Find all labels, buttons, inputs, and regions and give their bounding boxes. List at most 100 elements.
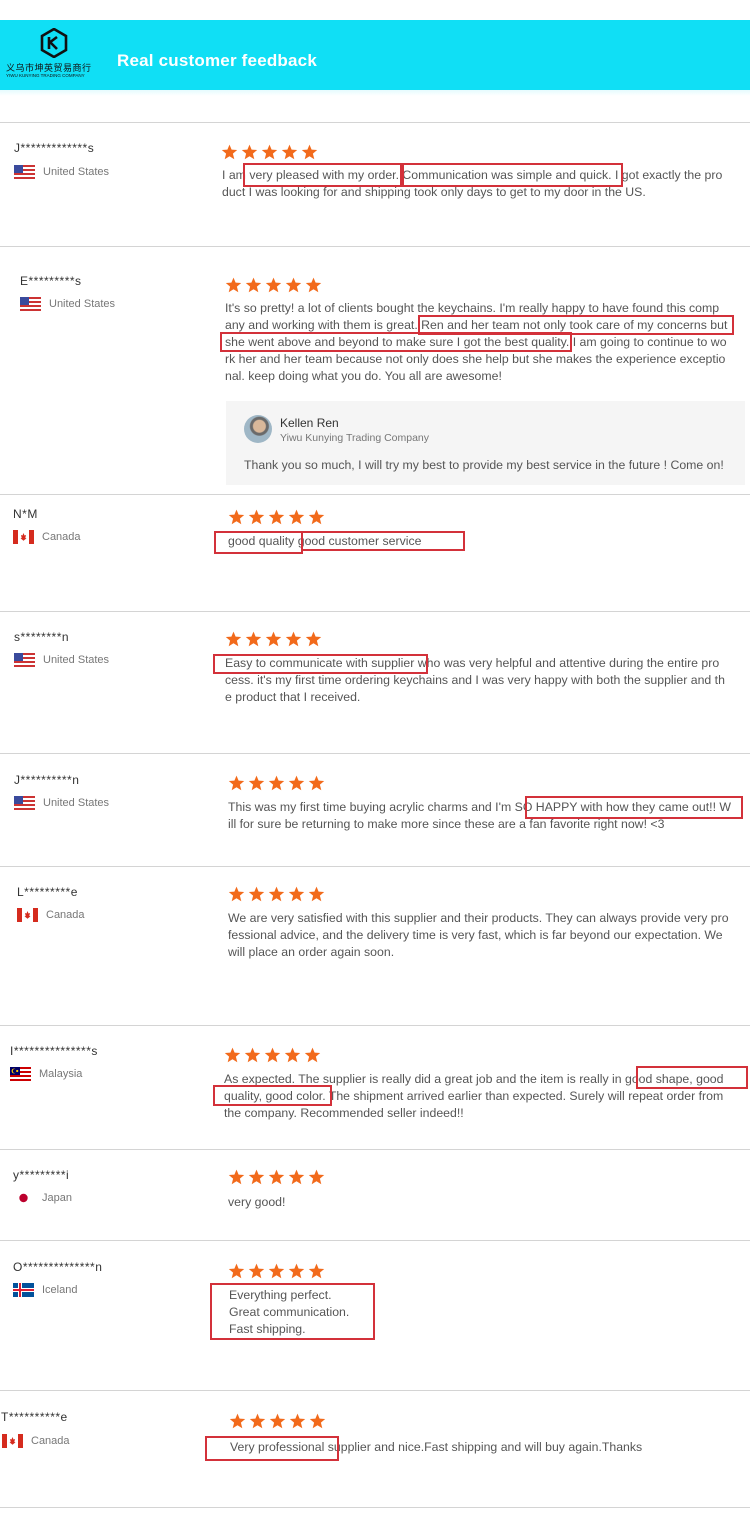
star-icon bbox=[229, 1413, 246, 1429]
reviewer-country: Iceland bbox=[13, 1283, 77, 1297]
country-label: Malaysia bbox=[39, 1068, 83, 1080]
reviewer-country: United States bbox=[20, 297, 115, 311]
reviewer-country: United States bbox=[14, 165, 109, 179]
star-icon bbox=[224, 1047, 241, 1063]
star-icon bbox=[284, 1047, 301, 1063]
star-icon bbox=[221, 144, 238, 160]
star-icon bbox=[268, 886, 285, 902]
star-rating bbox=[228, 1169, 325, 1185]
star-rating bbox=[228, 775, 325, 791]
bottom-divider bbox=[0, 1507, 750, 1508]
country-label: Canada bbox=[42, 531, 81, 543]
highlight-box bbox=[213, 1085, 332, 1106]
canada-flag-icon bbox=[2, 1434, 23, 1448]
us-flag-icon bbox=[14, 165, 35, 179]
reviewer-name: y*********i bbox=[13, 1168, 70, 1182]
star-icon bbox=[261, 144, 278, 160]
star-icon bbox=[288, 1263, 305, 1279]
star-icon bbox=[244, 1047, 261, 1063]
star-icon bbox=[308, 775, 325, 791]
star-rating bbox=[221, 144, 318, 160]
country-label: Canada bbox=[46, 909, 85, 921]
star-rating bbox=[228, 509, 325, 525]
star-icon bbox=[269, 1413, 286, 1429]
star-icon bbox=[305, 631, 322, 647]
review-item: E*********s United States It's so pretty… bbox=[0, 246, 750, 494]
star-icon bbox=[288, 886, 305, 902]
country-label: Iceland bbox=[42, 1284, 78, 1296]
star-icon bbox=[228, 1169, 245, 1185]
country-label: United States bbox=[43, 654, 110, 666]
reviewer-country: Canada bbox=[2, 1434, 70, 1448]
highlight-box bbox=[525, 796, 743, 819]
highlight-box bbox=[220, 332, 572, 352]
star-icon bbox=[225, 631, 242, 647]
highlight-box bbox=[301, 531, 465, 551]
star-icon bbox=[289, 1413, 306, 1429]
reviewer-country: United States bbox=[14, 653, 109, 667]
star-icon bbox=[228, 509, 245, 525]
star-rating bbox=[224, 1047, 321, 1063]
review-item: s********n United States Easy to communi… bbox=[0, 611, 750, 753]
star-icon bbox=[288, 509, 305, 525]
reviewer-name: s********n bbox=[14, 630, 70, 644]
star-rating bbox=[225, 631, 322, 647]
seller-reply: Kellen Ren Yiwu Kunying Trading Company … bbox=[226, 401, 745, 485]
country-label: Japan bbox=[42, 1192, 72, 1204]
seller-avatar bbox=[244, 415, 272, 443]
star-icon bbox=[301, 144, 318, 160]
star-icon bbox=[265, 631, 282, 647]
star-rating bbox=[228, 886, 325, 902]
country-label: United States bbox=[43, 166, 110, 178]
reviewer-name: I***************s bbox=[10, 1044, 98, 1058]
review-item: y*********i Japan very good! bbox=[0, 1149, 750, 1240]
star-icon bbox=[228, 1263, 245, 1279]
malaysia-flag-icon bbox=[10, 1067, 31, 1081]
us-flag-icon bbox=[20, 297, 41, 311]
reviewer-country: Japan bbox=[13, 1191, 72, 1205]
star-icon bbox=[264, 1047, 281, 1063]
highlight-box bbox=[214, 531, 303, 554]
reviewer-name: J*************s bbox=[14, 141, 95, 155]
country-label: Canada bbox=[31, 1435, 70, 1447]
star-icon bbox=[285, 631, 302, 647]
reviewer-country: Canada bbox=[17, 908, 85, 922]
star-icon bbox=[228, 775, 245, 791]
star-icon bbox=[265, 277, 282, 293]
page-title: Real customer feedback bbox=[117, 51, 317, 70]
page-header: 义乌市坤英贸易商行 YIWU KUNYING TRADING COMPANY R… bbox=[0, 20, 750, 90]
logo-english-text: YIWU KUNYING TRADING COMPANY bbox=[6, 73, 85, 78]
star-icon bbox=[228, 886, 245, 902]
star-icon bbox=[308, 886, 325, 902]
review-item: I***************s Malaysia As expected. … bbox=[0, 1025, 750, 1149]
reviewer-name: L*********e bbox=[17, 885, 78, 899]
highlight-box bbox=[205, 1436, 339, 1461]
seller-company: Yiwu Kunying Trading Company bbox=[280, 432, 430, 444]
star-rating bbox=[225, 277, 322, 293]
star-icon bbox=[241, 144, 258, 160]
canada-flag-icon bbox=[13, 530, 34, 544]
review-item: L*********e Canada We are very satisfied… bbox=[0, 866, 750, 1025]
star-icon bbox=[308, 509, 325, 525]
star-icon bbox=[268, 1263, 285, 1279]
reviewer-country: United States bbox=[14, 796, 109, 810]
star-rating bbox=[229, 1413, 326, 1429]
reviewer-country: Malaysia bbox=[10, 1067, 82, 1081]
us-flag-icon bbox=[14, 653, 35, 667]
reviewer-name: E*********s bbox=[20, 274, 82, 288]
review-item: N*M Canada good quality good customer se… bbox=[0, 494, 750, 611]
star-icon bbox=[285, 277, 302, 293]
logo-mark-icon bbox=[40, 28, 68, 58]
country-label: United States bbox=[43, 797, 110, 809]
iceland-flag-icon bbox=[13, 1283, 34, 1297]
seller-reply-text: Thank you so much, I will try my best to… bbox=[244, 458, 724, 472]
star-icon bbox=[268, 1169, 285, 1185]
us-flag-icon bbox=[14, 796, 35, 810]
country-label: United States bbox=[49, 298, 116, 310]
star-icon bbox=[308, 1169, 325, 1185]
star-icon bbox=[248, 1263, 265, 1279]
highlight-box bbox=[402, 163, 623, 187]
star-icon bbox=[309, 1413, 326, 1429]
star-icon bbox=[281, 144, 298, 160]
star-icon bbox=[308, 1263, 325, 1279]
